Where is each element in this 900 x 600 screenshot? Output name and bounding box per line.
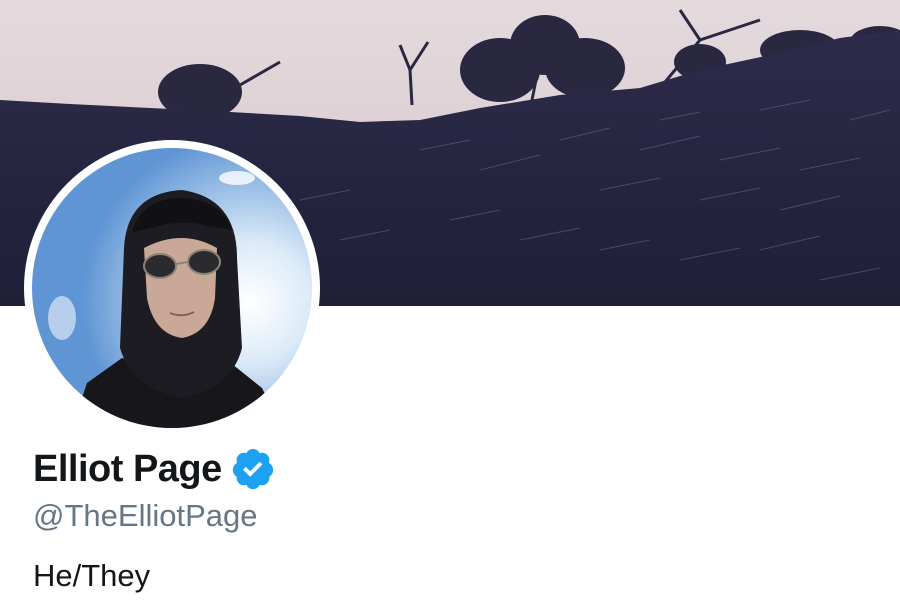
verified-badge-icon xyxy=(230,446,276,492)
profile-card: Elliot Page @TheElliotPage He/They xyxy=(0,0,900,600)
profile-bio: He/They xyxy=(33,558,151,593)
name-row: Elliot Page xyxy=(33,443,276,495)
display-name: Elliot Page xyxy=(33,448,222,490)
profile-avatar[interactable] xyxy=(24,140,320,436)
username-handle: @TheElliotPage xyxy=(33,498,258,533)
avatar-photo xyxy=(32,148,312,428)
